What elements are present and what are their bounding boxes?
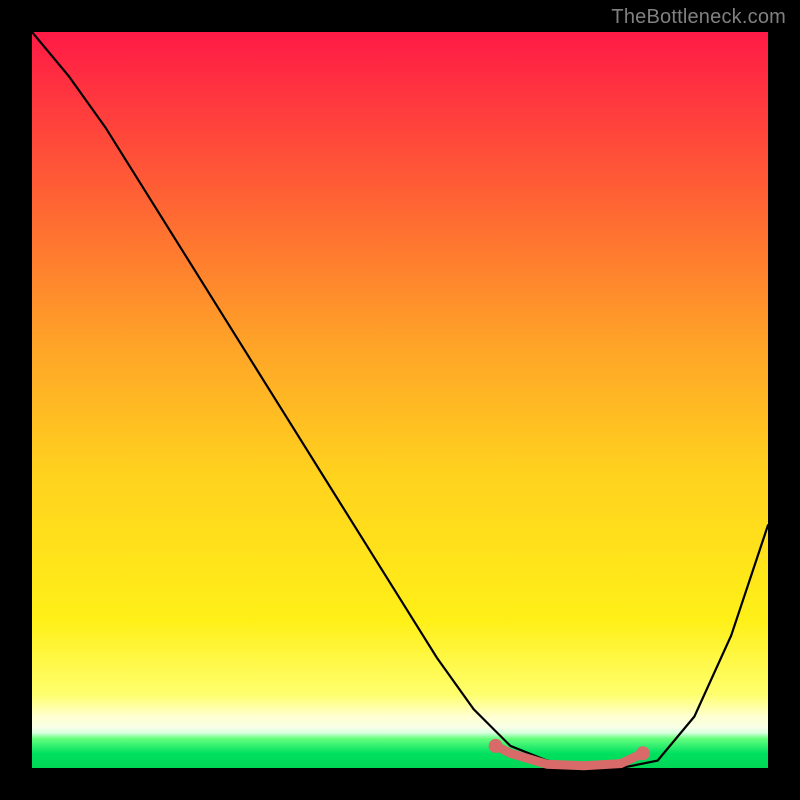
curve-overlay (32, 32, 768, 768)
bottleneck-curve (32, 32, 768, 768)
chart-frame: TheBottleneck.com (0, 0, 800, 800)
attribution-text: TheBottleneck.com (611, 6, 786, 29)
highlight-dot-left (489, 739, 503, 753)
highlight-dot-right (636, 746, 650, 760)
